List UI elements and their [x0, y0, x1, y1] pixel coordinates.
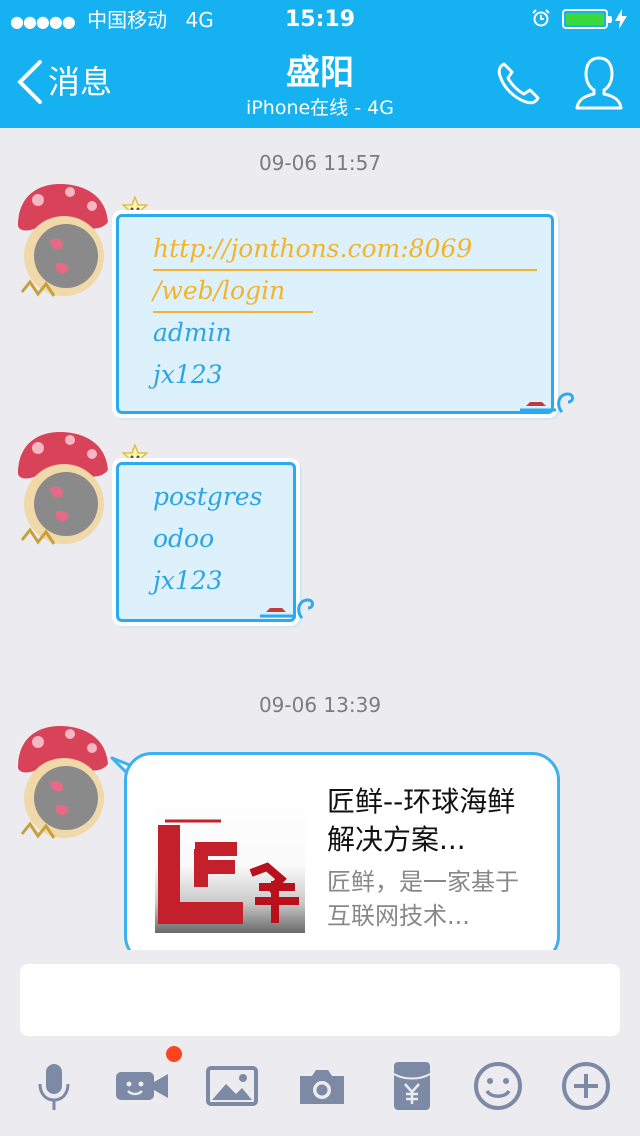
charging-icon — [615, 9, 627, 29]
message-link[interactable]: http://jonthons.com:8069 — [153, 233, 472, 265]
contact-icon[interactable] — [574, 54, 624, 112]
red-packet-icon[interactable] — [386, 1060, 438, 1112]
message-text: odoo — [153, 524, 215, 553]
avatar[interactable] — [10, 724, 110, 844]
message-timestamp: 09-06 11:57 — [258, 151, 382, 175]
battery-icon — [562, 9, 612, 29]
notification-dot — [166, 1046, 182, 1062]
card-thumbnail — [155, 783, 305, 933]
message-text: jx123 — [153, 566, 223, 595]
camera-icon[interactable] — [296, 1060, 348, 1112]
message-text: jx123 — [153, 360, 223, 389]
plus-icon[interactable] — [560, 1060, 612, 1112]
header: ●●●●● 中国移动 4G 15:19 消息 盛阳 iPhone在线 - 4G — [0, 0, 640, 128]
image-icon[interactable] — [206, 1060, 258, 1112]
input-area — [0, 950, 640, 1136]
chat-title: 盛阳 — [286, 53, 354, 93]
video-icon[interactable] — [116, 1060, 168, 1112]
message-bubble[interactable]: http://jonthons.com:8069 /web/login admi… — [116, 214, 554, 414]
card-description: 匠鲜，是一家基于互联网技术... — [327, 868, 519, 930]
alarm-icon — [532, 9, 550, 27]
wave-decoration-icon — [520, 392, 574, 414]
message-input[interactable] — [20, 964, 620, 1036]
message-text: postgres — [153, 482, 263, 511]
message-timestamp: 09-06 13:39 — [258, 693, 382, 717]
link-underline — [153, 311, 313, 313]
message-link[interactable]: /web/login — [153, 275, 285, 307]
link-card[interactable]: 匠鲜--环球海鲜解决方案... 匠鲜，是一家基于互联网技术... — [124, 752, 560, 964]
message-text: admin — [153, 318, 232, 347]
chat-subtitle: iPhone在线 - 4G — [246, 97, 394, 119]
wave-decoration-icon — [260, 598, 314, 620]
emoji-icon[interactable] — [472, 1060, 524, 1112]
phone-icon[interactable] — [494, 60, 542, 108]
microphone-icon[interactable] — [28, 1060, 80, 1112]
link-underline — [153, 269, 537, 271]
brand-logo — [158, 819, 299, 924]
card-title: 匠鲜--环球海鲜解决方案... — [327, 785, 516, 856]
avatar[interactable] — [10, 182, 110, 302]
status-bar: ●●●●● 中国移动 4G 15:19 — [0, 0, 640, 40]
avatar[interactable] — [10, 430, 110, 550]
